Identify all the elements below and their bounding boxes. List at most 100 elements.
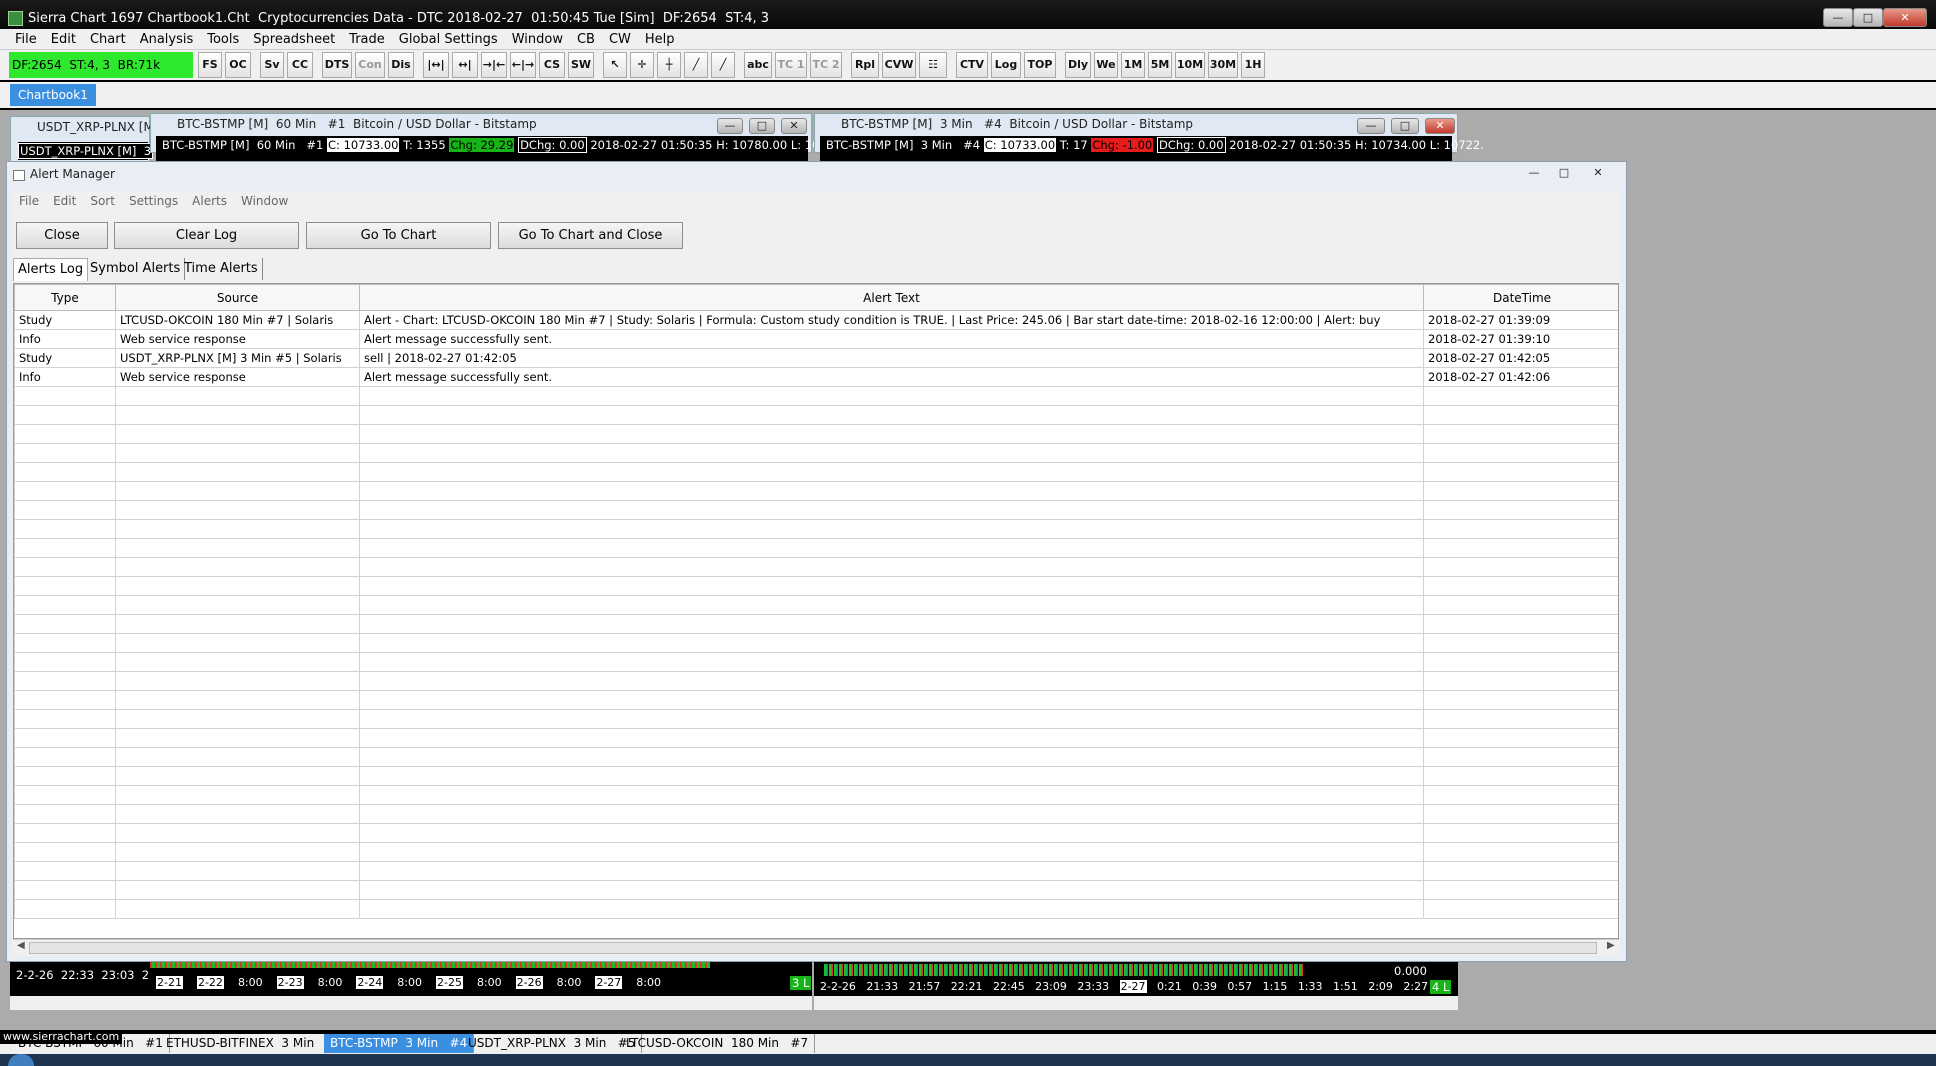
toolbar-button-26[interactable]: Log [991, 52, 1021, 78]
toolbar-button-15[interactable]: ✛ [630, 52, 654, 78]
table-row[interactable]: Study USDT_XRP-PLNX [M] 3 Min #5 | Solari… [14, 348, 1618, 368]
close-icon[interactable]: ✕ [781, 118, 807, 134]
column-header-source[interactable]: Source [115, 284, 360, 311]
menu-item-help[interactable]: Help [638, 29, 682, 50]
table-row[interactable] [14, 861, 1618, 881]
toolbar-button-30[interactable]: 1M [1121, 52, 1145, 78]
table-row[interactable] [14, 538, 1618, 558]
toolbar-button-4[interactable]: CC [287, 52, 313, 78]
column-header-type[interactable]: Type [14, 284, 116, 311]
toolbar-button-6[interactable]: Con [355, 52, 385, 78]
menu-item-file[interactable]: File [8, 29, 44, 50]
minimize-icon[interactable]: — [1357, 118, 1385, 134]
table-row[interactable] [14, 747, 1618, 767]
tab-symbol-alerts[interactable]: Symbol Alerts [86, 258, 186, 280]
table-row[interactable] [14, 462, 1618, 482]
toolbar-button-29[interactable]: We [1094, 52, 1118, 78]
toolbar-button-16[interactable]: ┼ [657, 52, 681, 78]
table-row[interactable] [14, 709, 1618, 729]
toolbar-button-19[interactable]: abc [744, 52, 772, 78]
table-row[interactable] [14, 405, 1618, 425]
toolbar-button-7[interactable]: Dis [388, 52, 414, 78]
table-row[interactable] [14, 728, 1618, 748]
chart-tab-2[interactable]: ETHUSD-BITFINEX 3 Min #3 [160, 1034, 351, 1053]
toolbar-button-20[interactable]: TC 1 [775, 52, 807, 78]
menu-item-edit[interactable]: Edit [44, 29, 83, 50]
table-row[interactable] [14, 652, 1618, 672]
toolbar-button-3[interactable]: Sv [260, 52, 284, 78]
clear-log-button[interactable]: Clear Log [114, 222, 299, 249]
toolbar-button-13[interactable]: SW [568, 52, 594, 78]
toolbar-button-9[interactable]: ↔| [452, 52, 478, 78]
table-row[interactable] [14, 576, 1618, 596]
table-row[interactable] [14, 557, 1618, 577]
scroll-left-icon[interactable]: ◀ [17, 940, 25, 951]
am-menu-item-window[interactable]: Window [234, 191, 295, 211]
table-row[interactable] [14, 899, 1618, 919]
tab-alerts-log[interactable]: Alerts Log [13, 258, 89, 281]
minimize-icon[interactable]: — [1521, 166, 1547, 182]
table-row[interactable] [14, 766, 1618, 786]
table-row[interactable] [14, 500, 1618, 520]
close-button[interactable]: Close [16, 222, 108, 249]
chart-tab-3[interactable]: BTC-BSTMP 3 Min #4 [324, 1034, 475, 1053]
menu-item-tools[interactable]: Tools [200, 29, 246, 50]
horizontal-scrollbar[interactable] [10, 996, 150, 1010]
table-row[interactable] [14, 519, 1618, 539]
menu-item-trade[interactable]: Trade [342, 29, 392, 50]
minimize-icon[interactable]: — [717, 118, 743, 134]
toolbar-button-32[interactable]: 10M [1175, 52, 1205, 78]
menu-item-spreadsheet[interactable]: Spreadsheet [246, 29, 342, 50]
go-to-chart-button[interactable]: Go To Chart [306, 222, 491, 249]
toolbar-button-21[interactable]: TC 2 [810, 52, 842, 78]
table-row[interactable] [14, 690, 1618, 710]
table-row[interactable] [14, 785, 1618, 805]
horizontal-scrollbar[interactable] [150, 996, 812, 1010]
close-icon[interactable]: ✕ [1425, 118, 1455, 134]
maximize-icon[interactable]: □ [749, 118, 775, 134]
table-row[interactable] [14, 671, 1618, 691]
toolbar-button-5[interactable]: DTS [322, 52, 352, 78]
table-row[interactable] [14, 823, 1618, 843]
toolbar-button-17[interactable]: ╱ [684, 52, 708, 78]
scroll-right-icon[interactable]: ▶ [1607, 940, 1615, 951]
tab-time-alerts[interactable]: Time Alerts [180, 258, 263, 280]
minimize-button[interactable]: — [1823, 8, 1853, 27]
toolbar-button-34[interactable]: 1H [1241, 52, 1265, 78]
table-row[interactable] [14, 595, 1618, 615]
go-to-chart-and-close-button[interactable]: Go To Chart and Close [498, 222, 683, 249]
maximize-button[interactable]: □ [1853, 8, 1883, 27]
toolbar-button-28[interactable]: Dly [1065, 52, 1091, 78]
am-menu-item-alerts[interactable]: Alerts [185, 191, 234, 211]
toolbar-button-14[interactable]: ↖ [603, 52, 627, 78]
column-header-alert-text[interactable]: Alert Text [359, 284, 1424, 311]
table-row[interactable] [14, 880, 1618, 900]
toolbar-button-25[interactable]: CTV [956, 52, 988, 78]
close-button[interactable]: ✕ [1883, 8, 1927, 27]
table-row[interactable]: Info Web service response Alert message su… [14, 367, 1618, 387]
table-row[interactable]: Study LTCUSD-OKCOIN 180 Min #7 | Solaris A… [14, 310, 1618, 330]
table-row[interactable] [14, 804, 1618, 824]
menu-item-analysis[interactable]: Analysis [133, 29, 201, 50]
alerts-horizontal-scrollbar[interactable]: ◀ ▶ [13, 939, 1619, 955]
table-row[interactable] [14, 386, 1618, 406]
table-row[interactable]: Info Web service response Alert message su… [14, 329, 1618, 349]
am-menu-item-edit[interactable]: Edit [46, 191, 83, 211]
chart-tab-4[interactable]: USDT_XRP-PLNX 3 Min #5 [462, 1034, 643, 1053]
start-button-icon[interactable] [8, 1054, 34, 1066]
table-row[interactable] [14, 614, 1618, 634]
table-row[interactable] [14, 481, 1618, 501]
menu-item-global-settings[interactable]: Global Settings [392, 29, 505, 50]
am-menu-item-sort[interactable]: Sort [83, 191, 122, 211]
toolbar-button-2[interactable]: OC [225, 52, 251, 78]
table-row[interactable] [14, 424, 1618, 444]
table-row[interactable] [14, 842, 1618, 862]
column-header-datetime[interactable]: DateTime [1423, 284, 1618, 311]
toolbar-button-11[interactable]: ←|→ [510, 52, 536, 78]
menu-item-window[interactable]: Window [505, 29, 570, 50]
toolbar-button-23[interactable]: CVW [882, 52, 916, 78]
menu-item-cb[interactable]: CB [570, 29, 602, 50]
toolbar-button-27[interactable]: TOP [1024, 52, 1056, 78]
toolbar-button-8[interactable]: |↔| [423, 52, 449, 78]
menu-item-chart[interactable]: Chart [83, 29, 133, 50]
